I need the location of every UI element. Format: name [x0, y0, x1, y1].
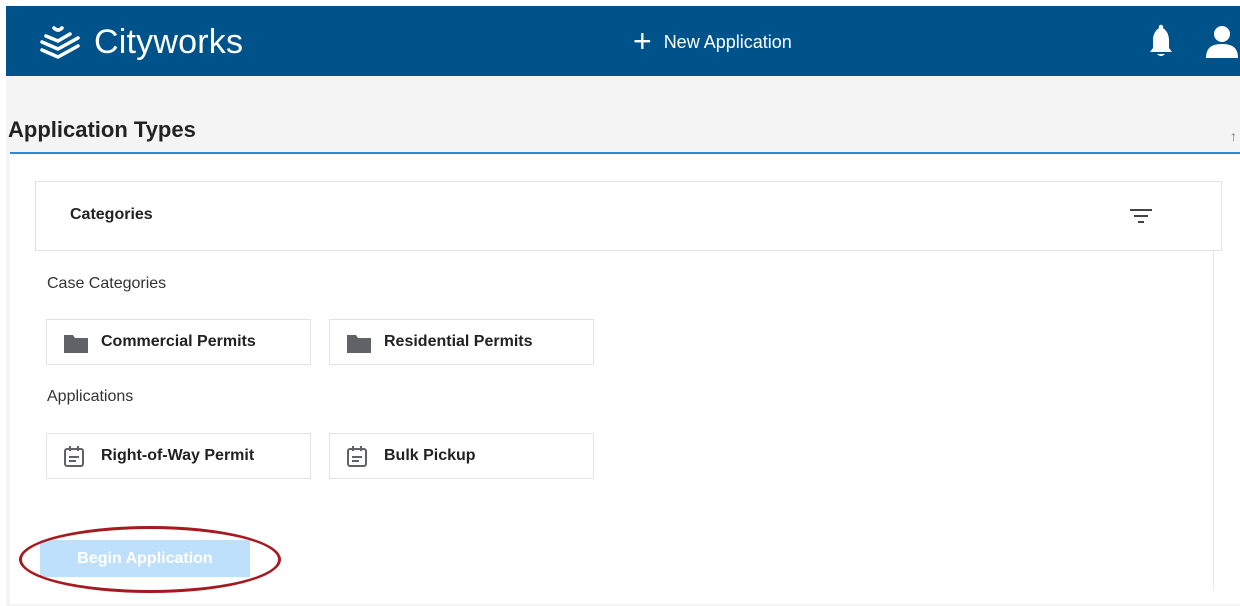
- filter-icon[interactable]: [1130, 207, 1152, 225]
- form-icon: [347, 446, 367, 467]
- case-category-residential-permits[interactable]: Residential Permits: [329, 319, 594, 365]
- bell-icon[interactable]: [1148, 24, 1174, 58]
- application-bulk-pickup[interactable]: Bulk Pickup: [329, 433, 594, 479]
- app-name: Cityworks: [94, 23, 244, 61]
- plus-icon: +: [633, 23, 652, 59]
- divider: [1213, 250, 1214, 590]
- user-icon[interactable]: [1204, 24, 1240, 58]
- applications-heading: Applications: [47, 388, 134, 405]
- categories-card: [35, 181, 1222, 251]
- scroll-top-icon[interactable]: ↑: [1230, 128, 1237, 144]
- application-right-of-way-permit[interactable]: Right-of-Way Permit: [46, 433, 311, 479]
- case-category-commercial-permits[interactable]: Commercial Permits: [46, 319, 311, 365]
- case-category-label: Residential Permits: [384, 333, 533, 350]
- page-title: Application Types: [8, 117, 196, 142]
- cityworks-logo-icon: [40, 26, 80, 59]
- form-icon: [64, 446, 84, 467]
- application-label: Right-of-Way Permit: [101, 447, 255, 464]
- top-header-bar: Cityworks + New Application: [6, 6, 1240, 76]
- case-categories-heading: Case Categories: [47, 275, 167, 292]
- new-application-label: New Application: [663, 31, 792, 52]
- folder-icon: [347, 335, 371, 353]
- categories-label: Categories: [70, 206, 153, 223]
- case-category-label: Commercial Permits: [101, 333, 256, 350]
- folder-icon: [64, 335, 88, 353]
- application-label: Bulk Pickup: [384, 447, 476, 464]
- cityworks-logo[interactable]: Cityworks: [36, 22, 243, 62]
- new-application-button[interactable]: + New Application: [633, 23, 792, 59]
- begin-application-button[interactable]: Begin Application: [40, 540, 250, 577]
